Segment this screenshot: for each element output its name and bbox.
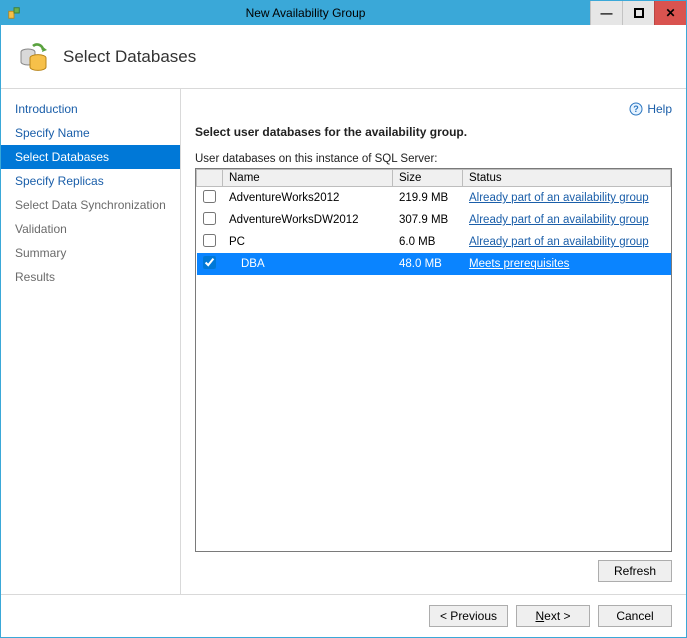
- cell-name: AdventureWorks2012: [223, 187, 393, 210]
- column-header-checkbox[interactable]: [197, 170, 223, 187]
- status-link[interactable]: Already part of an availability group: [469, 214, 649, 226]
- grid-caption: User databases on this instance of SQL S…: [195, 153, 672, 165]
- refresh-button[interactable]: Refresh: [598, 560, 672, 582]
- wizard-footer: < Previous Next > Cancel: [1, 594, 686, 637]
- cell-size: 219.9 MB: [393, 187, 463, 210]
- page-title: Select Databases: [63, 47, 196, 67]
- databases-table: Name Size Status AdventureWorks2012219.9…: [196, 169, 671, 275]
- status-link[interactable]: Already part of an availability group: [469, 236, 649, 248]
- sidebar-item-summary: Summary: [1, 241, 180, 265]
- cancel-button[interactable]: Cancel: [598, 605, 672, 627]
- wizard-sidebar: Introduction Specify Name Select Databas…: [1, 89, 181, 594]
- minimize-button[interactable]: —: [590, 1, 622, 25]
- refresh-row: Refresh: [195, 552, 672, 582]
- window-title: New Availability Group: [21, 6, 590, 20]
- row-checkbox[interactable]: [203, 256, 216, 269]
- row-checkbox[interactable]: [203, 190, 216, 203]
- column-header-name[interactable]: Name: [223, 170, 393, 187]
- table-row[interactable]: AdventureWorks2012219.9 MB Already part o…: [197, 187, 671, 210]
- cell-size: 48.0 MB: [393, 253, 463, 275]
- row-checkbox[interactable]: [203, 234, 216, 247]
- sidebar-item-results: Results: [1, 265, 180, 289]
- titlebar: New Availability Group — ✕: [1, 1, 686, 25]
- status-link[interactable]: Meets prerequisites: [469, 258, 569, 270]
- app-icon: [7, 6, 21, 20]
- next-button-label: Next >: [535, 609, 570, 623]
- sidebar-item-select-data-sync: Select Data Synchronization: [1, 193, 180, 217]
- sidebar-item-introduction[interactable]: Introduction: [1, 97, 180, 121]
- window-controls: — ✕: [590, 1, 686, 25]
- sidebar-item-specify-replicas[interactable]: Specify Replicas: [1, 169, 180, 193]
- sidebar-item-specify-name[interactable]: Specify Name: [1, 121, 180, 145]
- help-label: Help: [647, 102, 672, 116]
- row-checkbox[interactable]: [203, 212, 216, 225]
- help-icon: ?: [629, 102, 643, 116]
- previous-button[interactable]: < Previous: [429, 605, 508, 627]
- cell-size: 307.9 MB: [393, 209, 463, 231]
- column-header-status[interactable]: Status: [463, 170, 671, 187]
- instruction-text: Select user databases for the availabili…: [195, 125, 672, 139]
- help-link[interactable]: ? Help: [195, 99, 672, 119]
- cell-size: 6.0 MB: [393, 231, 463, 253]
- wizard-content: ? Help Select user databases for the ava…: [181, 89, 686, 594]
- table-row[interactable]: AdventureWorksDW2012307.9 MB Already part…: [197, 209, 671, 231]
- close-button[interactable]: ✕: [654, 1, 686, 25]
- wizard-window: New Availability Group — ✕ Select Databa…: [0, 0, 687, 638]
- cell-name: AdventureWorksDW2012: [223, 209, 393, 231]
- table-row[interactable]: DBA48.0 MB Meets prerequisites: [197, 253, 671, 275]
- sidebar-item-select-databases[interactable]: Select Databases: [1, 145, 180, 169]
- next-button[interactable]: Next >: [516, 605, 590, 627]
- wizard-header: Select Databases: [1, 25, 686, 89]
- table-row[interactable]: PC6.0 MB Already part of an availability …: [197, 231, 671, 253]
- maximize-button[interactable]: [622, 1, 654, 25]
- status-link[interactable]: Already part of an availability group: [469, 192, 649, 204]
- cell-name: DBA: [223, 253, 393, 275]
- column-header-size[interactable]: Size: [393, 170, 463, 187]
- svg-text:?: ?: [634, 104, 640, 114]
- cell-name: PC: [223, 231, 393, 253]
- databases-grid: Name Size Status AdventureWorks2012219.9…: [195, 168, 672, 552]
- sidebar-item-validation: Validation: [1, 217, 180, 241]
- database-icon: [17, 41, 49, 73]
- wizard-body: Introduction Specify Name Select Databas…: [1, 89, 686, 594]
